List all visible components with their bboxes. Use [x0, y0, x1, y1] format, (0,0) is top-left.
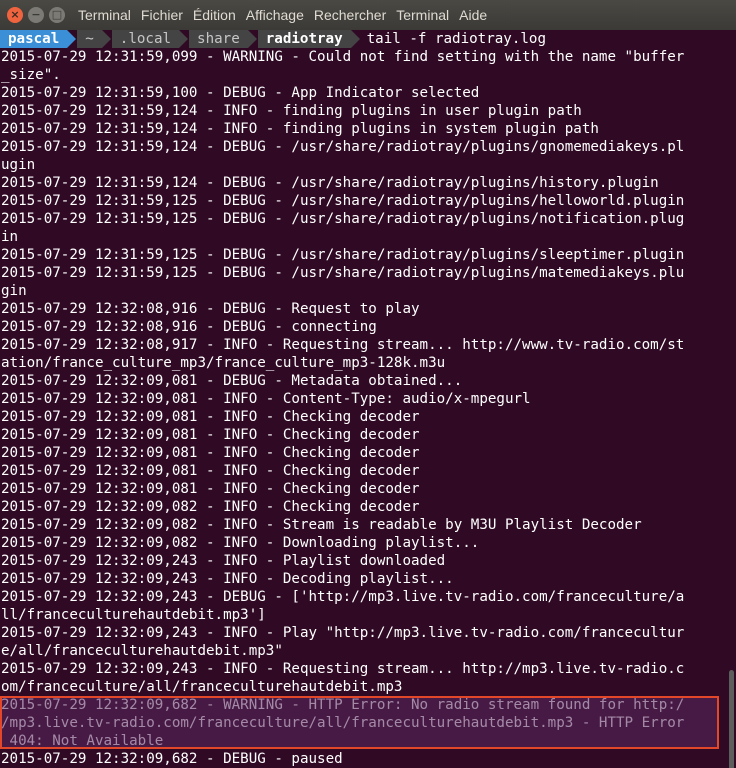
window-controls: × − □ [7, 7, 71, 23]
prompt-segment-share: share [189, 30, 257, 48]
maximize-icon[interactable]: □ [49, 7, 65, 23]
minimize-icon[interactable]: − [28, 7, 44, 23]
log-line: 2015-07-29 12:32:09,682 - DEBUG - paused [1, 751, 343, 767]
log-line: 2015-07-29 12:32:09,081 - INFO - Checkin… [1, 409, 420, 425]
shell-prompt: pascal ~ .local share radiotray tail -f … [0, 30, 724, 48]
menu-terminal[interactable]: Terminal [396, 7, 449, 23]
log-line: 2015-07-29 12:32:09,081 - INFO - Checkin… [1, 463, 420, 479]
menu-edition[interactable]: Édition [193, 7, 236, 23]
log-line: ugin [1, 157, 36, 173]
log-line: 2015-07-29 12:32:09,243 - DEBUG - ['http… [1, 589, 685, 605]
log-line: 2015-07-29 12:32:09,081 - INFO - Content… [1, 391, 531, 407]
log-line: om/franceculture/all/franceculturehautde… [1, 679, 403, 695]
prompt-command: tail -f radiotray.log [366, 31, 547, 47]
log-line: 2015-07-29 12:31:59,125 - DEBUG - /usr/s… [1, 211, 685, 227]
log-line: 2015-07-29 12:31:59,125 - DEBUG - /usr/s… [1, 247, 685, 263]
log-line: 2015-07-29 12:32:09,243 - INFO - Play "h… [1, 625, 685, 641]
prompt-segment-cwd: radiotray [257, 30, 360, 48]
log-line: 404: Not Available [1, 733, 164, 749]
log-line: 2015-07-29 12:31:59,125 - DEBUG - /usr/s… [1, 265, 685, 281]
log-line: 2015-07-29 12:32:09,082 - INFO - Checkin… [1, 499, 420, 515]
menu-bar: Terminal Fichier Édition Affichage Reche… [78, 7, 497, 23]
log-output: 2015-07-29 12:31:59,099 - WARNING - Coul… [0, 48, 724, 768]
prompt-segment-home: ~ [77, 30, 111, 48]
log-line: 2015-07-29 12:31:59,124 - INFO - finding… [1, 103, 582, 119]
log-line: 2015-07-29 12:32:09,082 - INFO - Downloa… [1, 535, 480, 551]
log-line: gin [1, 283, 27, 299]
title-bar: × − □ Terminal Fichier Édition Affichage… [0, 0, 736, 30]
log-line: 2015-07-29 12:32:08,916 - DEBUG - Reques… [1, 301, 420, 317]
log-line: /mp3.live.tv-radio.com/franceculture/all… [1, 715, 685, 731]
log-line: 2015-07-29 12:32:09,243 - INFO - Decodin… [1, 571, 454, 587]
terminal-window: × − □ Terminal Fichier Édition Affichage… [0, 0, 736, 768]
log-line: 2015-07-29 12:32:09,081 - INFO - Checkin… [1, 481, 420, 497]
log-line: 2015-07-29 12:31:59,099 - WARNING - Coul… [1, 49, 685, 65]
log-line: 2015-07-29 12:31:59,124 - DEBUG - /usr/s… [1, 175, 659, 191]
log-line: e/all/franceculturehautdebit.mp3" [1, 643, 283, 659]
log-line: 2015-07-29 12:31:59,100 - DEBUG - App In… [1, 85, 480, 101]
log-line: 2015-07-29 12:32:08,916 - DEBUG - connec… [1, 319, 377, 335]
log-line: 2015-07-29 12:32:09,243 - INFO - Request… [1, 661, 685, 677]
log-line: 2015-07-29 12:32:09,082 - INFO - Stream … [1, 517, 642, 533]
prompt-user: pascal [0, 30, 77, 48]
log-line: 2015-07-29 12:32:09,081 - DEBUG - Metada… [1, 373, 463, 389]
terminal-output[interactable]: pascal ~ .local share radiotray tail -f … [0, 30, 724, 768]
log-line: 2015-07-29 12:31:59,124 - DEBUG - /usr/s… [1, 139, 685, 155]
menu-app-terminal[interactable]: Terminal [78, 7, 131, 23]
log-line: 2015-07-29 12:31:59,125 - DEBUG - /usr/s… [1, 193, 685, 209]
scrollbar-thumb[interactable] [729, 670, 734, 768]
log-line: ll/franceculturehautdebit.mp3'] [1, 607, 266, 623]
log-line: 2015-07-29 12:32:09,682 - WARNING - HTTP… [1, 697, 685, 713]
prompt-segment-local: .local [111, 30, 189, 48]
menu-aide[interactable]: Aide [459, 7, 487, 23]
log-line: 2015-07-29 12:32:09,243 - INFO - Playlis… [1, 553, 446, 569]
scrollbar[interactable] [724, 30, 736, 768]
menu-rechercher[interactable]: Rechercher [314, 7, 386, 23]
log-line: 2015-07-29 12:32:09,081 - INFO - Checkin… [1, 427, 420, 443]
menu-affichage[interactable]: Affichage [246, 7, 304, 23]
log-line: 2015-07-29 12:32:09,081 - INFO - Checkin… [1, 445, 420, 461]
log-line: ation/france_culture_mp3/france_culture_… [1, 355, 446, 371]
log-line: in [1, 229, 19, 245]
log-line: 2015-07-29 12:32:08,917 - INFO - Request… [1, 337, 685, 353]
log-line: _size". [1, 67, 61, 83]
close-icon[interactable]: × [7, 7, 23, 23]
menu-fichier[interactable]: Fichier [141, 7, 183, 23]
log-line: 2015-07-29 12:31:59,124 - INFO - finding… [1, 121, 599, 137]
